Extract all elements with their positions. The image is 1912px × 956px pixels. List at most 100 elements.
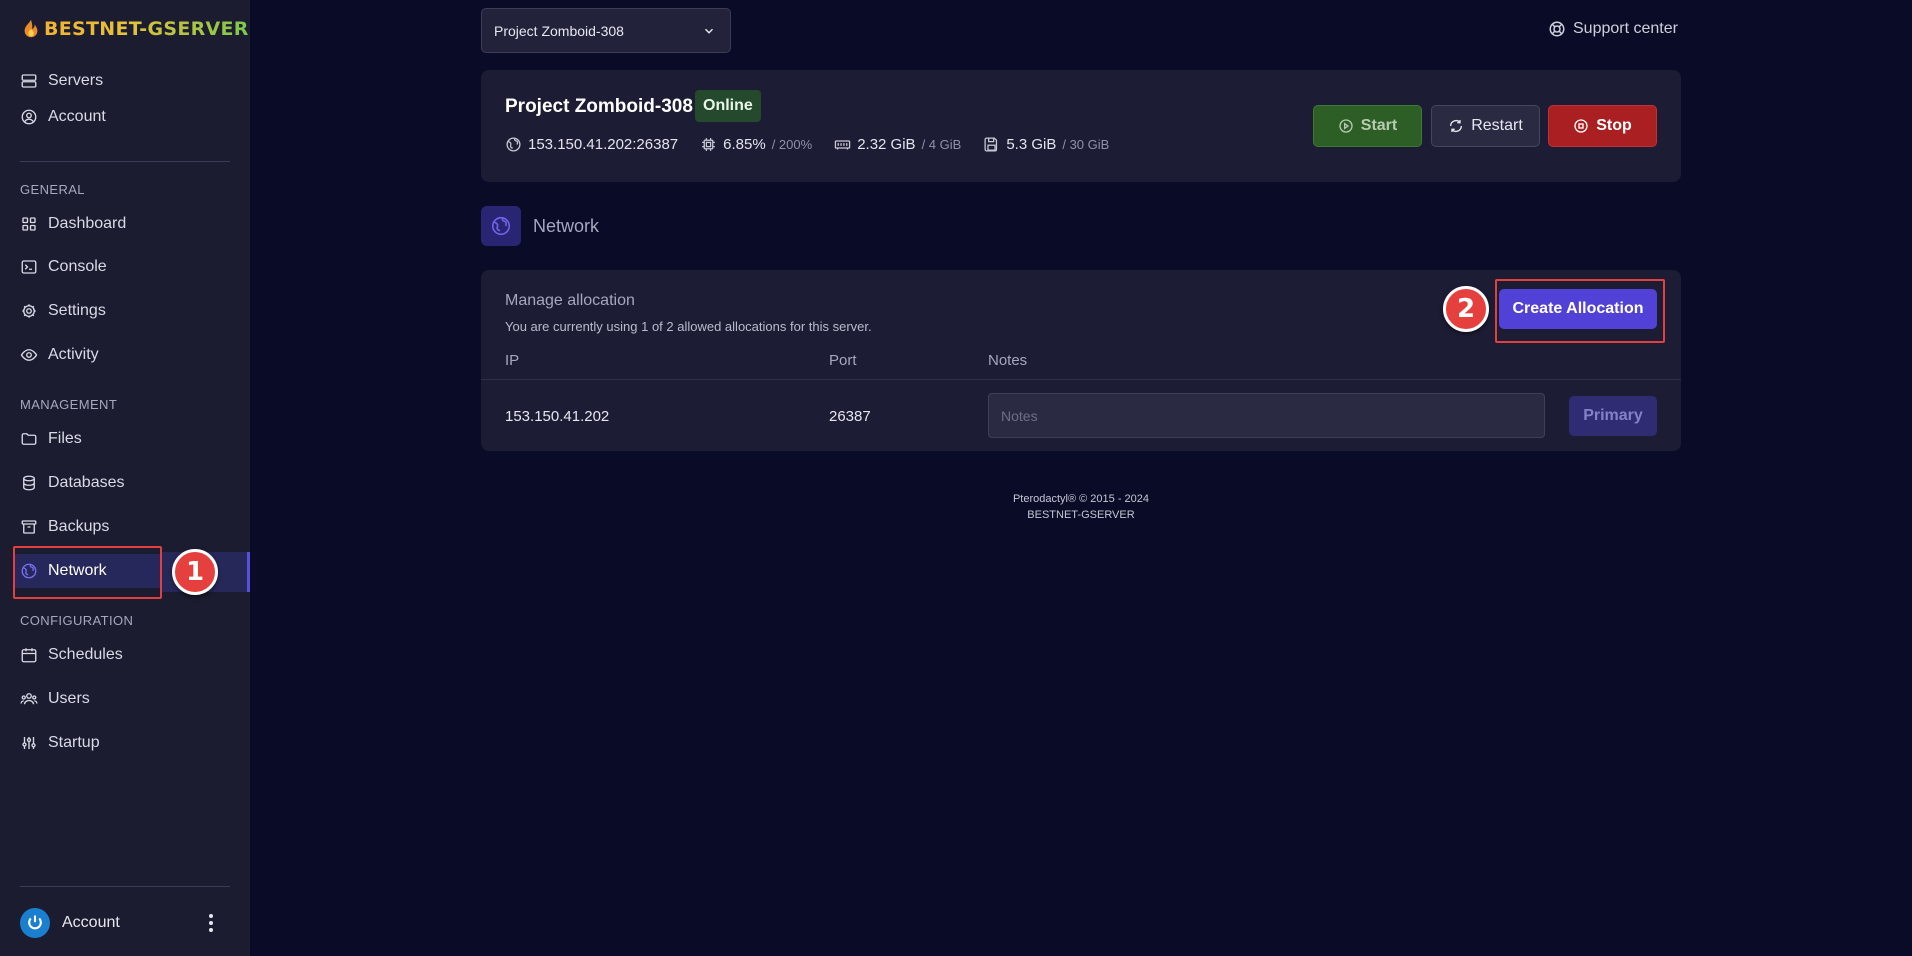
section-label-general: GENERAL: [20, 182, 85, 197]
allocation-ip: 153.150.41.202: [505, 408, 610, 425]
sidebar-item-network[interactable]: Network: [14, 554, 160, 588]
support-center-label: Support center: [1573, 20, 1678, 37]
sidebar-item-schedules[interactable]: Schedules: [20, 638, 230, 672]
sidebar-item-files[interactable]: Files: [20, 422, 230, 456]
sidebar-item-startup[interactable]: Startup: [20, 726, 230, 760]
column-header-notes: Notes: [988, 352, 1028, 369]
sidebar-item-backups[interactable]: Backups: [20, 510, 230, 544]
stat-cpu: 6.85% / 200%: [700, 136, 812, 153]
sidebar-item-users[interactable]: Users: [20, 682, 230, 716]
sidebar-item-dashboard[interactable]: Dashboard: [20, 207, 230, 241]
sidebar-item-servers[interactable]: Servers: [20, 64, 230, 98]
step-badge-1: 1: [172, 549, 218, 595]
stop-circle-icon: [1574, 119, 1588, 133]
server-stats: 153.150.41.202:26387 6.85% / 200% 2.32 G…: [505, 136, 1131, 153]
sidebar-item-account[interactable]: Account: [20, 100, 230, 134]
allocation-port: 26387: [829, 408, 871, 425]
sidebar-item-label: Account: [48, 108, 106, 125]
server-address: 153.150.41.202:26387: [528, 136, 679, 153]
globe-icon: [21, 563, 37, 579]
sidebar-item-label: Databases: [48, 474, 125, 491]
allocation-title: Manage allocation: [505, 292, 635, 309]
section-label-management: MANAGEMENT: [20, 397, 118, 412]
server-status-card: Project Zomboid-308 Online 153.150.41.20…: [481, 70, 1681, 182]
allocation-card: Manage allocation You are currently usin…: [481, 270, 1681, 451]
database-icon: [23, 475, 35, 491]
sliders-icon: [22, 737, 36, 749]
sidebar-item-label: Backups: [48, 518, 110, 535]
eye-icon: [20, 349, 38, 361]
server-select[interactable]: Project Zomboid-308: [481, 8, 731, 53]
chevron-down-icon: [704, 28, 714, 34]
more-options-icon[interactable]: [205, 912, 217, 934]
sidebar: BESTNET-GSERVER Servers Account GENERAL …: [0, 0, 250, 956]
save-disk-icon: [984, 137, 998, 152]
logo-text: BESTNET-GSERVER: [44, 18, 249, 40]
stop-button[interactable]: Stop: [1548, 105, 1657, 147]
start-label: Start: [1360, 117, 1398, 134]
section-label-configuration: CONFIGURATION: [20, 613, 134, 628]
globe-icon: [491, 216, 511, 236]
notes-input[interactable]: [988, 393, 1545, 438]
stat-memory: 2.32 GiB / 4 GiB: [834, 136, 961, 153]
memory-limit: / 4 GiB: [921, 137, 962, 152]
disk-limit: / 30 GiB: [1062, 137, 1110, 152]
sidebar-item-label: Activity: [48, 346, 99, 363]
sidebar-item-label: Schedules: [48, 646, 123, 663]
archive-icon: [21, 520, 37, 534]
primary-button[interactable]: Primary: [1569, 396, 1657, 436]
server-name: Project Zomboid-308: [505, 96, 693, 117]
refresh-icon: [1450, 120, 1463, 132]
power-icon: [28, 915, 42, 930]
network-section-header: Network: [481, 206, 599, 246]
stop-label: Stop: [1596, 117, 1632, 134]
play-circle-icon: [1339, 119, 1353, 133]
sidebar-item-label: Dashboard: [48, 215, 127, 232]
cpu-limit: / 200%: [771, 137, 813, 152]
sidebar-item-label: Console: [48, 258, 107, 275]
allocation-description: You are currently using 1 of 2 allowed a…: [505, 319, 872, 334]
sidebar-item-settings[interactable]: Settings: [20, 294, 230, 328]
terminal-icon: [21, 260, 37, 274]
sidebar-divider: [20, 161, 230, 162]
column-header-port: Port: [829, 352, 857, 369]
gear-icon: [22, 304, 36, 318]
column-header-ip: IP: [505, 352, 520, 369]
sidebar-item-label: Network: [48, 562, 107, 579]
create-allocation-button[interactable]: Create Allocation: [1499, 289, 1657, 329]
avatar: [20, 908, 50, 938]
stat-address: 153.150.41.202:26387: [505, 136, 678, 153]
restart-label: Restart: [1471, 117, 1523, 134]
folder-icon: [21, 433, 37, 445]
cpu-value: 6.85%: [723, 136, 766, 153]
sidebar-item-activity[interactable]: Activity: [20, 338, 230, 372]
network-section-icon: [481, 206, 521, 246]
sidebar-item-databases[interactable]: Databases: [20, 466, 230, 500]
stat-disk: 5.3 GiB / 30 GiB: [983, 136, 1109, 153]
table-divider: [481, 379, 1681, 380]
grid-icon: [22, 217, 36, 231]
logo[interactable]: BESTNET-GSERVER: [20, 18, 249, 40]
sidebar-item-label: Settings: [48, 302, 106, 319]
calendar-icon: [21, 648, 37, 663]
memory-value: 2.32 GiB: [857, 136, 916, 153]
account-label: Account: [62, 914, 120, 931]
footer-brand: BESTNET-GSERVER: [1027, 509, 1135, 521]
server-select-value: Project Zomboid-308: [494, 22, 624, 39]
memory-icon: [834, 140, 851, 150]
page-title: Network: [533, 215, 600, 236]
lifebuoy-icon: [1549, 21, 1565, 37]
sidebar-divider-bottom: [20, 886, 230, 887]
disk-value: 5.3 GiB: [1006, 136, 1057, 153]
sidebar-item-label: Startup: [48, 734, 100, 751]
sidebar-item-label: Users: [48, 690, 90, 707]
step-badge-2: 2: [1443, 286, 1489, 332]
cpu-icon: [702, 138, 716, 151]
support-center-link[interactable]: Support center: [1548, 20, 1678, 38]
sidebar-item-console[interactable]: Console: [20, 250, 230, 284]
start-button[interactable]: Start: [1313, 105, 1422, 147]
restart-button[interactable]: Restart: [1431, 105, 1540, 147]
account-menu[interactable]: Account: [20, 906, 230, 940]
users-icon: [20, 693, 38, 705]
footer-copyright: Pterodactyl® © 2015 - 2024: [1012, 493, 1150, 505]
